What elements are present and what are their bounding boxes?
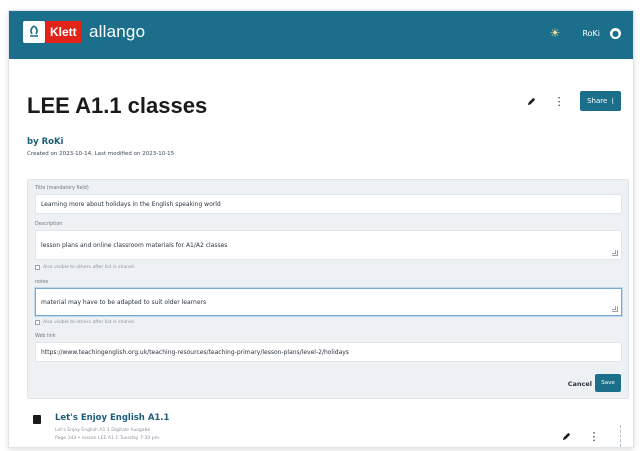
user-icon[interactable]: ● (610, 27, 621, 39)
pencil-icon[interactable] (559, 428, 573, 444)
more-vertical-icon[interactable]: ⋮ (587, 428, 601, 444)
more-vertical-icon[interactable]: ⋮ (552, 93, 566, 109)
scroll-indicator[interactable] (615, 425, 621, 447)
edit-form-panel: Title (mandatory field) Learning more ab… (27, 179, 629, 399)
byline: by RoKi (27, 137, 64, 147)
notes-hint: Also visible to others after list is sha… (35, 320, 135, 325)
share-icon: ⟨ (611, 97, 614, 105)
weblink-input[interactable]: https://www.teachingenglish.org.uk/teach… (35, 342, 622, 362)
app-window: Klett allango ☀ RoKi ● LEE A1.1 classes … (8, 10, 634, 448)
resource-line-1: Let's Enjoy English A1.1 Digitale Ausgab… (55, 428, 151, 433)
resource-actions: ⋮ (559, 425, 621, 447)
weblink-label: Web link (35, 334, 56, 339)
checkbox-icon[interactable] (35, 265, 40, 270)
pencil-icon[interactable] (524, 93, 538, 109)
user-name[interactable]: RoKi (582, 29, 600, 38)
weblink-value: https://www.teachingenglish.org.uk/teach… (41, 348, 349, 356)
share-label: Share (587, 97, 608, 105)
description-label: Description (35, 222, 63, 227)
notes-value: material may have to be adapted to suit … (41, 298, 207, 306)
cancel-button[interactable]: Cancel (568, 380, 592, 388)
klett-logo-icon (23, 21, 45, 43)
notes-label: notes (35, 280, 49, 285)
title-value: Learning more about holidays in the Engl… (41, 200, 221, 208)
checkbox-icon[interactable] (35, 320, 40, 325)
resize-handle-icon[interactable] (612, 306, 618, 312)
save-button[interactable]: Save (595, 374, 621, 392)
resource-line-2: Page 143 • lesson LEE A1.1 Tuesday 7:30 … (55, 436, 160, 441)
description-hint: Also visible to others after list is sha… (35, 265, 135, 270)
share-button[interactable]: Share ⟨ (580, 91, 621, 111)
brand-klett[interactable]: Klett (46, 21, 81, 43)
notes-hint-text: Also visible to others after list is sha… (43, 320, 136, 325)
title-actions: ⋮ Share ⟨ (524, 91, 621, 111)
header-actions: ☀ RoKi ● (550, 26, 621, 40)
document-icon (33, 415, 41, 424)
resource-title[interactable]: Let's Enjoy English A1.1 (55, 413, 169, 423)
description-value: lesson plans and online classroom materi… (41, 241, 228, 249)
top-navigation-bar: Klett allango ☀ RoKi ● (9, 11, 633, 59)
description-hint-text: Also visible to others after list is sha… (43, 265, 136, 270)
notes-textarea[interactable]: material may have to be adapted to suit … (35, 288, 622, 316)
sun-icon[interactable]: ☀ (550, 26, 561, 40)
brand-allango[interactable]: allango (89, 20, 145, 44)
page-title: LEE A1.1 classes (27, 93, 208, 118)
title-label: Title (mandatory field) (35, 186, 89, 191)
resize-handle-icon[interactable] (612, 250, 618, 256)
title-input[interactable]: Learning more about holidays in the Engl… (35, 194, 622, 214)
description-textarea[interactable]: lesson plans and online classroom materi… (35, 230, 622, 260)
created-info: Created on 2023-10-14, Last modified on … (27, 151, 175, 157)
